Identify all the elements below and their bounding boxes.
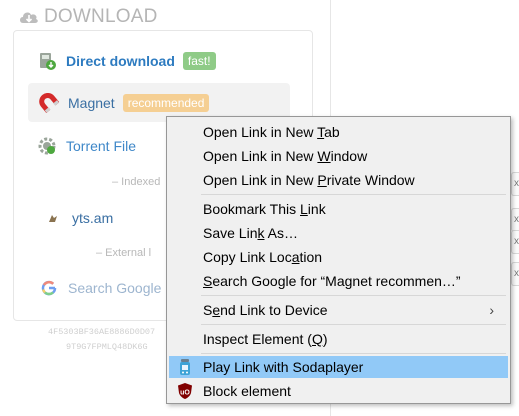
block-element-label: Block element (203, 383, 291, 399)
yts-link[interactable]: yts.am (42, 202, 113, 234)
right-panel-fragment[interactable]: x (511, 230, 519, 254)
menu-accesskey: Q (311, 331, 323, 347)
direct-download-label: Direct download (66, 53, 175, 69)
menu-label-post: nd Link to Device (220, 302, 328, 318)
torrent-file-link[interactable]: Torrent File (36, 130, 136, 162)
indexed-separator: – Indexed (112, 176, 161, 188)
direct-download-icon (36, 50, 58, 72)
ublock-shield-icon: uO (176, 382, 194, 400)
right-panel-fragment[interactable]: x (511, 208, 519, 232)
search-google-label: Search Google (68, 280, 162, 296)
menu-separator (201, 324, 506, 325)
yts-label: yts.am (72, 210, 114, 226)
external-separator: – External l (96, 247, 152, 259)
menu-accesskey: S (203, 273, 213, 289)
yts-icon (42, 207, 64, 229)
menu-label-pre: Inspect Element ( (203, 331, 312, 347)
menu-label-post: ab (324, 124, 340, 140)
menu-send-link-to-device[interactable]: Send Link to Device › (169, 299, 508, 321)
menu-play-with-sodaplayer[interactable]: Play Link with Sodaplayer (169, 356, 508, 378)
menu-open-private-window[interactable]: Open Link in New Private Window (169, 169, 508, 191)
menu-label-pre: Open Link in New (203, 148, 318, 164)
menu-label-pre: Copy Link Loc (203, 249, 292, 265)
menu-label-pre: Open Link in New (203, 124, 318, 140)
google-icon (38, 277, 60, 299)
menu-block-element[interactable]: uO Block element (169, 380, 508, 402)
torrent-file-label: Torrent File (66, 138, 137, 154)
hash-text: 9T9G7FPMLQ48DK6G (66, 342, 148, 352)
menu-label-post: earch Google for “Magnet recommen…” (212, 273, 461, 289)
menu-label-post: ) (322, 331, 328, 347)
menu-open-new-tab[interactable]: Open Link in New Tab (169, 121, 508, 143)
menu-bookmark-link[interactable]: Bookmark This Link (169, 198, 508, 220)
right-panel-fragment[interactable]: x (511, 172, 519, 196)
magnet-label: Magnet (68, 94, 115, 111)
menu-accesskey: e (212, 302, 221, 318)
sodaplayer-icon (176, 358, 194, 376)
menu-label-pre: S (203, 302, 213, 318)
menu-label-post: ink (307, 201, 326, 217)
svg-text:uO: uO (180, 390, 190, 397)
menu-inspect-element[interactable]: Inspect Element (Q) (169, 328, 508, 350)
fast-badge: fast! (182, 52, 216, 70)
sodaplayer-label: Play Link with Sodaplayer (203, 359, 364, 375)
download-header-text: DOWNLOAD (44, 6, 158, 27)
menu-label-pre: Bookmark This (203, 201, 300, 217)
menu-separator (201, 353, 506, 354)
search-google-link[interactable]: Search Google (38, 272, 161, 304)
context-menu: Open Link in New Tab Open Link in New Wi… (166, 116, 511, 404)
submenu-arrow-icon: › (489, 302, 494, 318)
direct-download-link[interactable]: Direct download fast! (36, 45, 216, 77)
menu-separator (201, 194, 506, 195)
menu-accesskey: L (300, 201, 308, 217)
download-header: DOWNLOAD (18, 5, 158, 29)
menu-label-post: rivate Window (326, 172, 415, 188)
menu-open-new-window[interactable]: Open Link in New Window (169, 145, 508, 167)
recommended-badge: recommended (122, 93, 210, 112)
menu-accesskey: P (317, 172, 327, 188)
menu-accesskey: W (317, 148, 331, 164)
right-panel-fragment[interactable]: x (511, 262, 519, 286)
menu-label-post: As… (264, 225, 298, 241)
menu-search-google[interactable]: Search Google for “Magnet recommen…” (169, 270, 508, 292)
menu-label-post: indow (330, 148, 368, 164)
cloud-download-icon (20, 12, 38, 23)
menu-copy-link-location[interactable]: Copy Link Location (169, 246, 508, 268)
menu-label-post: tion (299, 249, 323, 265)
menu-accesskey: a (291, 249, 300, 265)
hash-text: 4F5303BF36AE8886D0D07 (48, 327, 156, 337)
torrent-gear-icon (36, 135, 58, 157)
menu-label-pre: Save Lin (203, 225, 258, 241)
magnet-icon (38, 92, 60, 114)
menu-label-pre: Open Link in New (203, 172, 318, 188)
menu-separator (201, 295, 506, 296)
menu-save-link[interactable]: Save Link As… (169, 222, 508, 244)
